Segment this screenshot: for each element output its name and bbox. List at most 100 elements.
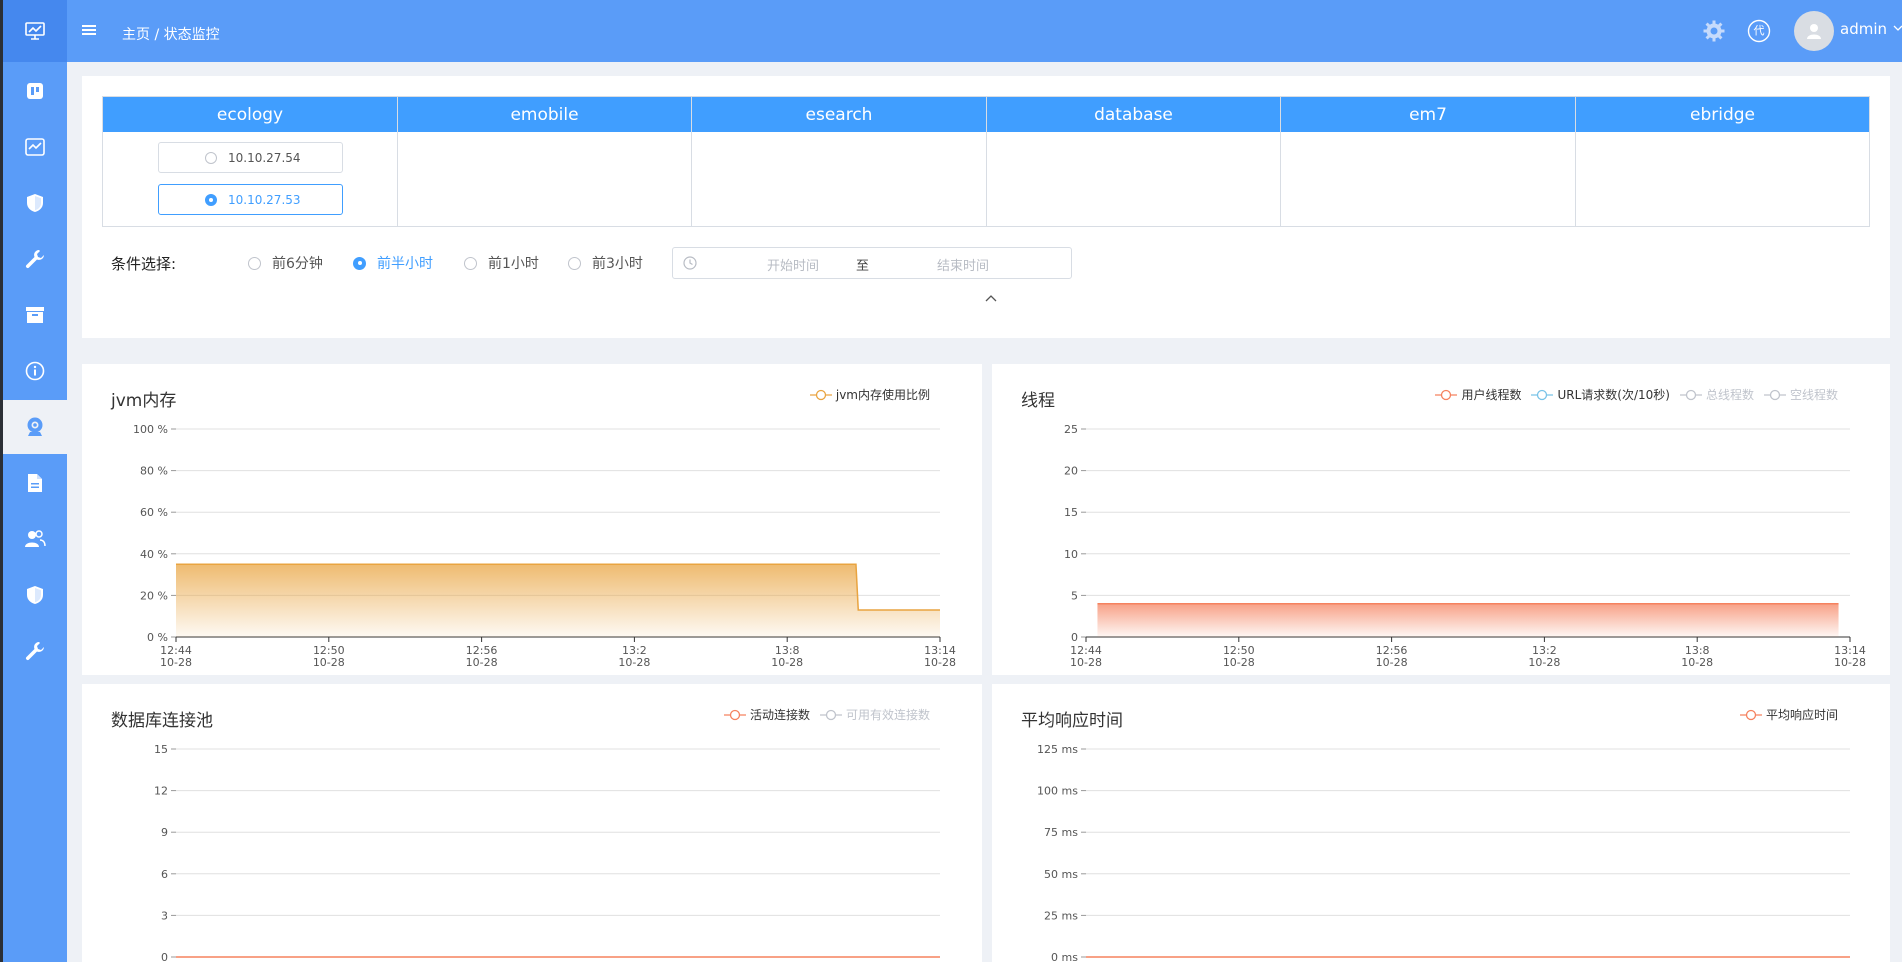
filter-card: ecology 10.10.27.54 10.10.27.53 emobile … [82, 76, 1890, 338]
chart-card-dbpool: 15 12 9 6 3 0 数据库连接池 活动连接数 可用有效连接数 [82, 684, 982, 962]
x-tick-label: 10-28 [618, 656, 650, 669]
time-option-1hour[interactable]: 前1小时 [464, 253, 539, 273]
sidebar-item-info[interactable] [3, 344, 67, 398]
radio-icon [568, 256, 581, 270]
webcam-icon [27, 417, 43, 436]
settings-button[interactable] [1699, 16, 1729, 46]
tab-em7[interactable]: em7 [1281, 97, 1575, 132]
y-tick-label: 10 [1064, 548, 1078, 561]
end-time-input[interactable]: 结束时间 [903, 255, 1023, 274]
sidebar-logo[interactable] [3, 0, 67, 62]
time-option-3hour[interactable]: 前3小时 [568, 253, 643, 273]
chart-title: 平均响应时间 [1021, 711, 1123, 731]
tab-emobile[interactable]: emobile [398, 97, 691, 132]
server-ip-label: 10.10.27.53 [228, 192, 301, 207]
legend-item[interactable]: 活动连接数 [723, 706, 810, 723]
chart-title: 线程 [1021, 391, 1055, 411]
tab-database[interactable]: database [987, 97, 1280, 132]
proxy-label: 代 [1753, 24, 1765, 37]
x-tick-label: 10-28 [313, 656, 345, 669]
server-col-esearch: esearch [692, 97, 987, 226]
y-tick-label: 100 % [133, 423, 168, 436]
legend-item[interactable]: 用户线程数 [1435, 386, 1521, 403]
y-tick-label: 0 % [147, 631, 168, 644]
server-col-ecology: ecology 10.10.27.54 10.10.27.53 [103, 97, 398, 226]
y-tick-label: 15 [154, 743, 168, 756]
x-tick-label: 10-28 [1223, 656, 1255, 669]
chevron-down-icon[interactable] [1893, 24, 1902, 32]
time-option-half-hour[interactable]: 前半小时 [353, 253, 433, 273]
server-col-em7: em7 [1281, 97, 1576, 226]
sidebar-item-archive[interactable] [3, 288, 67, 342]
sidebar-item-chart[interactable] [3, 120, 67, 174]
y-tick-label: 60 % [140, 506, 168, 519]
tab-esearch[interactable]: esearch [692, 97, 986, 132]
gear-icon [1703, 20, 1725, 42]
chart-title: 数据库连接池 [111, 711, 213, 731]
sidebar-item-tools-2[interactable] [3, 624, 67, 678]
legend-item[interactable]: 空线程数 [1763, 386, 1838, 403]
sidebar-item-board[interactable] [3, 64, 67, 118]
y-tick-label: 20 % [140, 589, 168, 602]
legend-item[interactable]: 可用有效连接数 [819, 706, 930, 723]
chart-card-response: 125 ms 100 ms 75 ms 50 ms 25 ms 0 ms 平均响应时间 平… [992, 684, 1890, 962]
y-tick-label: 0 ms [1051, 951, 1078, 962]
tab-ecology[interactable]: ecology [103, 97, 397, 132]
legend-item[interactable]: 总线程数 [1679, 386, 1754, 403]
chart-legend: 平均响应时间 [1730, 706, 1838, 723]
time-option-6min[interactable]: 前6分钟 [248, 253, 323, 273]
y-tick-label: 50 ms [1044, 868, 1078, 881]
chart-legend: 用户线程数 URL请求数(次/10秒) 总线程数 空线程数 [1425, 386, 1838, 403]
sidebar-item-status-monitor[interactable] [3, 400, 67, 454]
menu-toggle-button[interactable] [81, 22, 101, 40]
shield-icon [27, 194, 43, 212]
hamburger-icon [82, 25, 96, 35]
clock-icon [683, 256, 697, 270]
server-col-ebridge: ebridge [1576, 97, 1869, 226]
board-icon [27, 83, 43, 99]
shield-icon [27, 586, 43, 604]
sidebar-item-document[interactable] [3, 456, 67, 510]
username[interactable]: admin [1840, 20, 1887, 38]
wrench-icon [25, 642, 44, 661]
legend-label: jvm内存使用比例 [835, 388, 930, 402]
server-ip-option[interactable]: 10.10.27.54 [158, 142, 343, 173]
legend-item[interactable]: URL请求数(次/10秒) [1531, 386, 1670, 403]
legend-item[interactable]: 平均响应时间 [1739, 706, 1838, 723]
proxy-button[interactable]: 代 [1744, 16, 1774, 46]
chart-card-threads: 25 20 15 10 5 0 12:44 10-28 12:50 10-28 12:56 10-28… [992, 364, 1890, 675]
tab-ebridge[interactable]: ebridge [1576, 97, 1869, 132]
sidebar-item-tools[interactable] [3, 232, 67, 286]
chart-icon [25, 138, 45, 156]
x-tick-label: 10-28 [1528, 656, 1560, 669]
server-col-emobile: emobile [398, 97, 692, 226]
legend-label: 用户线程数 [1461, 388, 1522, 402]
y-tick-label: 0 [161, 951, 168, 962]
legend-label: 空线程数 [1789, 388, 1838, 402]
radio-icon [464, 256, 477, 270]
time-option-label: 前1小时 [488, 256, 539, 272]
server-ip-label: 10.10.27.54 [228, 150, 301, 165]
sidebar-item-security[interactable] [3, 176, 67, 230]
server-ip-option-selected[interactable]: 10.10.27.53 [158, 184, 343, 215]
time-option-label: 前半小时 [377, 256, 433, 272]
x-tick-label: 10-28 [924, 656, 956, 669]
y-tick-label: 75 ms [1044, 826, 1078, 839]
chart-svg: 100 %80 %60 %40 %20 %0 %12:4410-2812:501… [133, 423, 956, 669]
date-range-picker[interactable]: 开始时间 至 结束时间 [672, 247, 1072, 279]
archive-icon [26, 307, 44, 323]
chevron-up-icon[interactable] [985, 294, 997, 302]
start-time-input[interactable]: 开始时间 [733, 255, 853, 274]
chart-legend: 活动连接数 可用有效连接数 [714, 706, 930, 723]
sidebar-item-security-2[interactable] [3, 568, 67, 622]
x-tick-label: 10-28 [1070, 656, 1102, 669]
document-icon [28, 474, 42, 492]
x-tick-label: 10-28 [771, 656, 803, 669]
sidebar-item-users[interactable] [3, 512, 67, 566]
radio-icon [248, 256, 261, 270]
avatar[interactable] [1794, 11, 1834, 51]
radio-icon [205, 193, 217, 206]
x-tick-label: 10-28 [1834, 656, 1866, 669]
legend-item[interactable]: jvm内存使用比例 [809, 386, 930, 403]
breadcrumb[interactable]: 主页 / 状态监控 [122, 24, 220, 44]
